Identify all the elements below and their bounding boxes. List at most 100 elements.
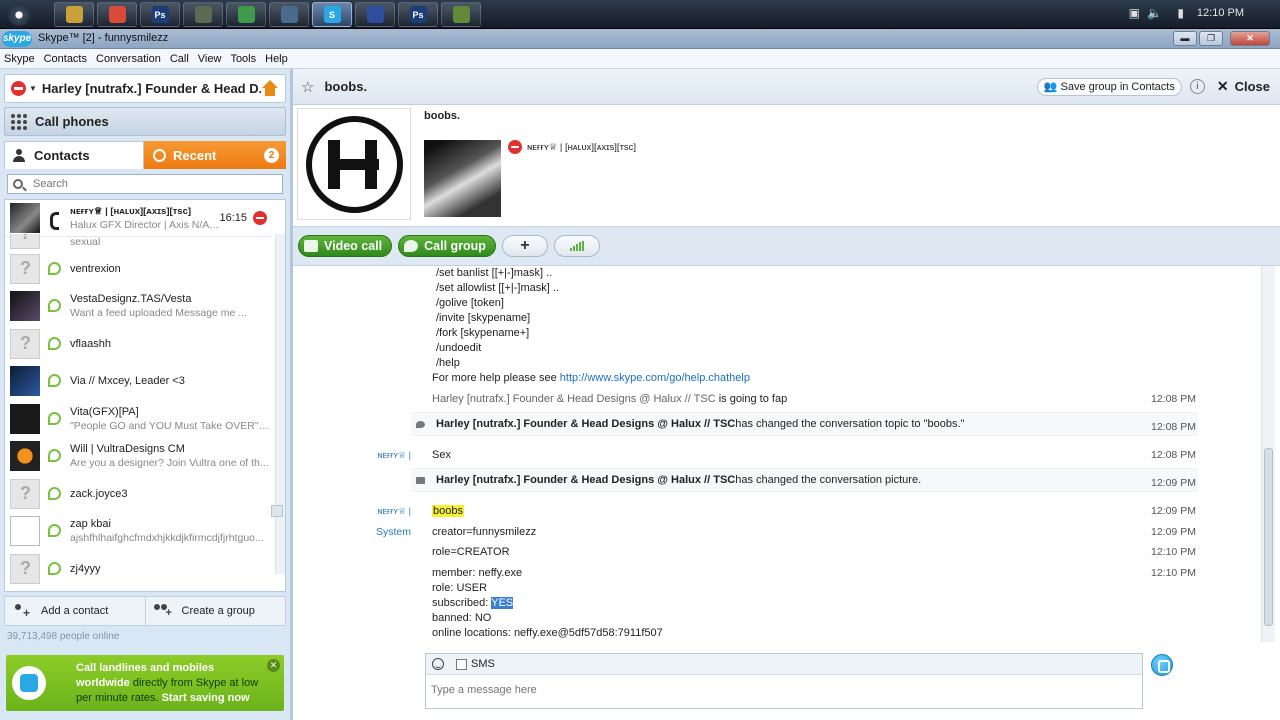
member-item[interactable]: ɴᴇғғʏ♕ | [ʜᴀʟᴜx][ᴀxɪs][ᴛsᴄ]	[508, 140, 636, 154]
close-conversation-button[interactable]: Close	[1235, 79, 1270, 94]
message-sender[interactable]: ɴᴇғғʏ♕ |	[377, 450, 411, 461]
highlighted-text: boobs	[432, 505, 464, 517]
home-icon[interactable]	[261, 79, 279, 98]
help-more-text: For more help please see	[432, 372, 560, 384]
close-icon[interactable]: ✕	[267, 659, 280, 672]
clock[interactable]: 12:10 PM	[1197, 7, 1244, 19]
group-picture[interactable]	[297, 108, 411, 220]
star-icon[interactable]: ☆	[301, 78, 314, 96]
event-actor: Harley [nutrafx.] Founder & Head Designs…	[436, 418, 736, 430]
taskbar-app-chrome[interactable]	[97, 2, 137, 27]
minimize-button[interactable]: ▬	[1173, 31, 1197, 46]
contact-item[interactable]: ɴᴇғғʏ♕ | [ʜᴀʟᴜx][ᴀxɪs][ᴛsᴄ] Halux GFX Dir…	[5, 200, 271, 237]
contact-name: VestaDesignz.TAS/Vesta	[70, 292, 192, 305]
promo-banner[interactable]: Call landlines and mobiles worldwide dir…	[6, 655, 284, 711]
contact-item[interactable]: Will | VultraDesigns CM Are you a designe…	[5, 437, 271, 474]
tab-contacts[interactable]: Contacts	[4, 141, 144, 169]
member-avatar[interactable]	[424, 140, 501, 217]
avatar	[10, 478, 40, 509]
contact-item[interactable]: ventrexion	[5, 250, 271, 287]
contact-item[interactable]: zack.joyce3	[5, 475, 271, 512]
message-sender[interactable]: ɴᴇғғʏ♕ |	[377, 506, 411, 517]
message-time: 12:10 PM	[1151, 546, 1196, 558]
avatar	[10, 515, 40, 546]
promo-cta[interactable]: Start saving now	[162, 692, 250, 704]
start-button[interactable]	[8, 4, 30, 26]
contact-name: Via // Mxcey, Leader <3	[70, 374, 185, 387]
add-user-icon	[13, 604, 31, 620]
tab-recent[interactable]: Recent 2	[144, 141, 286, 169]
close-window-button[interactable]: ✕	[1230, 31, 1270, 46]
volume-icon[interactable]: 🔈	[1147, 6, 1162, 20]
tray-icon-app[interactable]: ▣	[1129, 6, 1140, 20]
search-input[interactable]	[33, 178, 263, 190]
network-icon[interactable]: ▮	[1177, 6, 1184, 20]
call-phones-button[interactable]: Call phones	[4, 107, 286, 136]
contact-search[interactable]	[7, 174, 283, 194]
taskbar-app-editor[interactable]	[269, 2, 309, 27]
save-group-button[interactable]: 👥 Save group in Contacts	[1036, 77, 1182, 96]
taskbar-app-firefox[interactable]	[355, 2, 395, 27]
contact-item[interactable]: zj4yyy	[5, 550, 271, 587]
call-quality-button[interactable]	[553, 235, 600, 257]
contact-item[interactable]: zap kbai ajshfhlhaifghcfmdxhjkkdjkfirmcdj…	[5, 512, 271, 549]
message-time: 12:09 PM	[1151, 505, 1196, 517]
contact-time: 16:15	[219, 212, 247, 224]
contact-item[interactable]: sexual	[5, 234, 271, 250]
profile-name[interactable]: Harley [nutrafx.] Founder & Head D...	[42, 81, 261, 96]
scrollbar-thumb[interactable]	[1264, 448, 1273, 626]
menu-view[interactable]: View	[198, 53, 222, 65]
sms-checkbox[interactable]	[456, 658, 467, 670]
taskbar-app-photoshop2[interactable]: Ps	[398, 2, 438, 27]
help-line: /invite [skypename]	[436, 312, 531, 324]
message-sender[interactable]: System	[376, 526, 411, 538]
chevron-down-icon[interactable]: ▼	[29, 84, 37, 93]
add-people-button[interactable]: +	[501, 235, 548, 257]
call-group-button[interactable]: Call group	[398, 235, 496, 257]
info-icon[interactable]: i	[1189, 79, 1205, 94]
composer-toolbar: SMS	[426, 654, 1142, 675]
taskbar-app-drive[interactable]	[226, 2, 266, 27]
taskbar-app-skype[interactable]: S	[312, 2, 352, 27]
emoticon-icon[interactable]	[432, 658, 444, 670]
contact-item[interactable]: vflaashh	[5, 325, 271, 362]
profile-bar[interactable]: ▼ Harley [nutrafx.] Founder & Head D...	[4, 74, 286, 103]
photoshop2-icon: Ps	[409, 6, 427, 23]
menu-help[interactable]: Help	[265, 53, 288, 65]
help-link[interactable]: http://www.skype.com/go/help.chathelp	[560, 372, 750, 384]
close-icon[interactable]: ✕	[1217, 78, 1229, 95]
menu-tools[interactable]: Tools	[230, 53, 256, 65]
contact-item[interactable]: VestaDesignz.TAS/Vesta Want a feed upload…	[5, 287, 271, 324]
contact-item[interactable]: Via // Mxcey, Leader <3	[5, 362, 271, 399]
send-button[interactable]	[1151, 654, 1173, 676]
message-time: 12:09 PM	[1151, 477, 1196, 489]
contact-name: vflaashh	[70, 337, 111, 350]
taskbar-app-game[interactable]	[183, 2, 223, 27]
status-dnd-icon[interactable]	[11, 81, 26, 96]
taskbar-app-minecraft[interactable]	[441, 2, 481, 27]
scrollbar-thumb[interactable]	[271, 505, 283, 517]
event-line: Harley [nutrafx.] Founder & Head Designs…	[432, 393, 787, 405]
menu-contacts[interactable]: Contacts	[44, 53, 87, 65]
add-contact-button[interactable]: Add a contact	[5, 597, 145, 625]
contact-mood: Are you a designer? Join Vultra one of t…	[70, 456, 269, 469]
contact-mood: Halux GFX Director | Axis N/A Co-leader …	[70, 218, 220, 231]
message-input[interactable]	[431, 684, 1031, 696]
menu-conversation[interactable]: Conversation	[96, 53, 161, 65]
create-group-button[interactable]: Create a group	[144, 597, 286, 625]
menu-skype[interactable]: Skype	[4, 53, 35, 65]
save-group-label: Save group in Contacts	[1060, 80, 1175, 93]
contact-actions: Add a contact Create a group	[4, 596, 286, 626]
contact-list-scrollbar[interactable]	[275, 234, 285, 574]
chat-scrollbar[interactable]	[1261, 266, 1275, 642]
message-text: creator=funnysmilezz	[432, 526, 537, 538]
taskbar-app-photoshop[interactable]: Ps	[140, 2, 180, 27]
video-call-button[interactable]: Video call	[298, 235, 393, 257]
maximize-button[interactable]: ❐	[1199, 31, 1223, 46]
menu-call[interactable]: Call	[170, 53, 189, 65]
recent-count-badge: 2	[264, 147, 279, 163]
contact-item[interactable]: Vita(GFX)[PA] "People GO and YOU Must Tak…	[5, 400, 271, 437]
taskbar-app-explorer[interactable]	[54, 2, 94, 27]
explorer-icon	[65, 6, 83, 23]
conversation-header: ☆ boobs. 👥 Save group in Contacts i ✕ Clo…	[293, 69, 1280, 105]
